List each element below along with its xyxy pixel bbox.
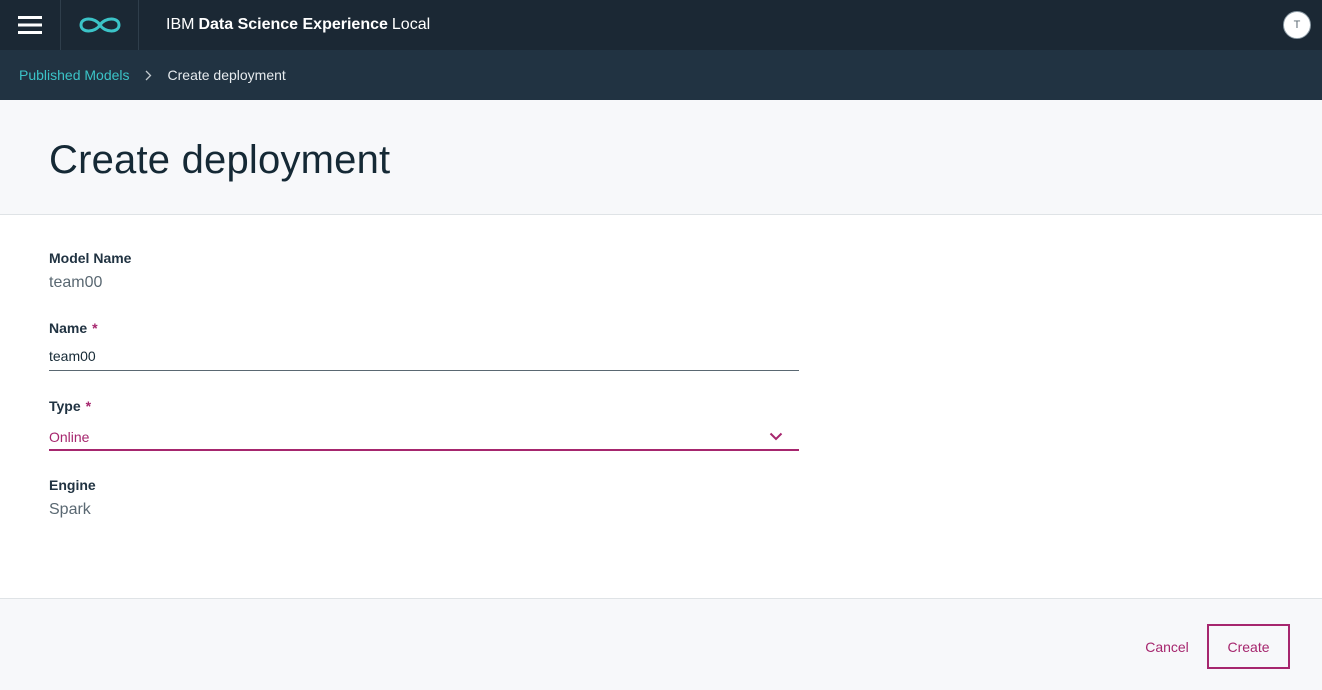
breadcrumb: Published Models Create deployment — [0, 50, 1322, 100]
name-input[interactable] — [49, 341, 799, 371]
cancel-button[interactable]: Cancel — [1130, 625, 1204, 669]
model-name-label: Model Name — [49, 250, 132, 266]
app-title: IBM Data Science Experience Local — [166, 16, 430, 34]
engine-value: Spark — [49, 501, 91, 518]
page-title: Create deployment — [49, 138, 391, 182]
brand-ibm: IBM — [166, 16, 195, 33]
brand-product-name: Data Science Experience — [198, 16, 388, 33]
user-avatar[interactable]: T — [1283, 11, 1311, 39]
top-navigation-bar: IBM Data Science Experience Local T — [0, 0, 1322, 50]
type-select[interactable]: Online — [49, 420, 799, 451]
required-marker: * — [92, 320, 98, 336]
page-header: Create deployment — [0, 100, 1322, 215]
type-label-text: Type — [49, 398, 81, 414]
deployment-form: Model Name team00 Name* Type* Online Eng… — [0, 215, 1322, 599]
name-label-text: Name — [49, 320, 88, 336]
name-label: Name * — [49, 320, 98, 336]
create-button[interactable]: Create — [1207, 624, 1290, 669]
required-marker: * — [85, 398, 92, 414]
type-label: Type * — [49, 398, 91, 414]
breadcrumb-current: Create deployment — [167, 67, 286, 83]
form-actions: Cancel Create — [0, 599, 1322, 690]
chevron-right-icon — [145, 70, 152, 81]
breadcrumb-published-models-link[interactable]: Published Models — [19, 67, 130, 83]
engine-label: Engine — [49, 477, 96, 493]
type-select-value: Online — [49, 429, 90, 445]
chevron-down-icon[interactable] — [769, 428, 783, 446]
model-name-value: team00 — [49, 274, 103, 291]
hamburger-menu-icon[interactable] — [0, 0, 61, 50]
infinity-logo-icon[interactable] — [61, 0, 139, 50]
brand-edition: Local — [391, 16, 431, 33]
